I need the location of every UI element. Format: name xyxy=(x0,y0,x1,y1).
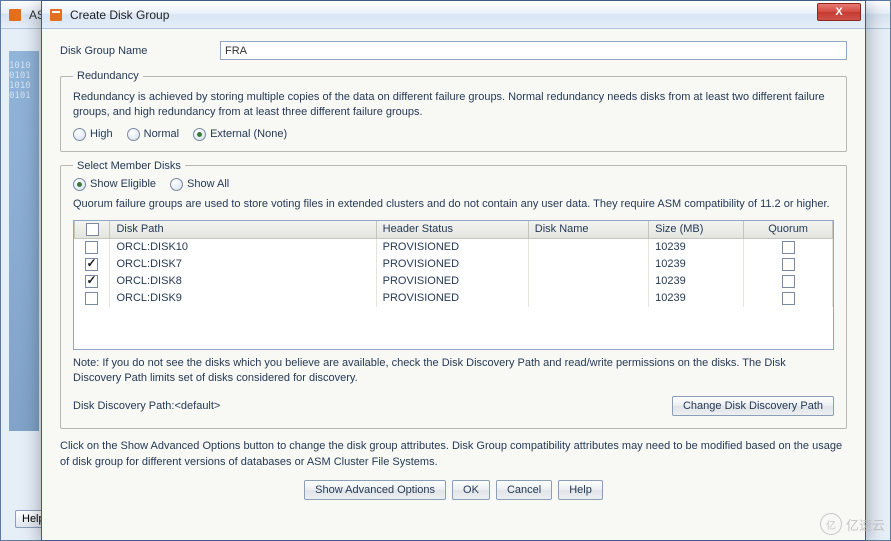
disk-group-name-label: Disk Group Name xyxy=(60,45,220,57)
cell-disk-path: ORCL:DISK7 xyxy=(110,256,376,273)
redundancy-external-radio[interactable]: External (None) xyxy=(193,128,287,141)
app-icon xyxy=(7,7,23,23)
row-quorum-checkbox[interactable] xyxy=(782,292,795,305)
member-disks-legend: Select Member Disks xyxy=(73,160,185,172)
redundancy-external-label: External (None) xyxy=(210,128,287,140)
col-disk-name-header[interactable]: Disk Name xyxy=(528,221,648,239)
footer-description: Click on the Show Advanced Options butto… xyxy=(60,439,847,470)
disk-group-name-input[interactable] xyxy=(220,41,847,60)
show-eligible-radio[interactable]: Show Eligible xyxy=(73,178,156,191)
create-disk-group-dialog: Create Disk Group X Disk Group Name Redu… xyxy=(41,0,866,541)
disks-table-container: Disk Path Header Status Disk Name Size (… xyxy=(73,220,834,350)
col-select-header[interactable] xyxy=(75,221,110,239)
ok-button[interactable]: OK xyxy=(452,480,490,500)
discovery-note: Note: If you do not see the disks which … xyxy=(73,356,834,387)
cell-size: 10239 xyxy=(649,239,744,256)
redundancy-high-radio[interactable]: High xyxy=(73,128,113,141)
discovery-path-display: Disk Discovery Path:<default> xyxy=(73,400,220,412)
dialog-icon xyxy=(48,7,64,23)
cell-header-status: PROVISIONED xyxy=(376,290,528,307)
dialog-title: Create Disk Group xyxy=(70,8,169,22)
row-quorum-checkbox[interactable] xyxy=(782,241,795,254)
show-all-label: Show All xyxy=(187,178,229,190)
cell-disk-path: ORCL:DISK9 xyxy=(110,290,376,307)
checkbox-icon xyxy=(86,223,99,236)
table-row[interactable]: ORCL:DISK8PROVISIONED 10239 xyxy=(75,273,833,290)
row-select-checkbox[interactable] xyxy=(85,292,98,305)
redundancy-fieldset: Redundancy Redundancy is achieved by sto… xyxy=(60,70,847,152)
redundancy-high-label: High xyxy=(90,128,113,140)
redundancy-legend: Redundancy xyxy=(73,70,143,82)
discovery-path-value: <default> xyxy=(174,400,220,412)
cell-disk-name xyxy=(528,256,648,273)
dialog-content: Disk Group Name Redundancy Redundancy is… xyxy=(42,29,865,540)
cell-size: 10239 xyxy=(649,290,744,307)
cancel-button[interactable]: Cancel xyxy=(496,480,552,500)
disk-group-name-row: Disk Group Name xyxy=(60,41,847,60)
cell-header-status: PROVISIONED xyxy=(376,273,528,290)
show-all-radio[interactable]: Show All xyxy=(170,178,229,191)
discovery-path-label: Disk Discovery Path: xyxy=(73,400,174,412)
cell-disk-name xyxy=(528,273,648,290)
col-size-header[interactable]: Size (MB) xyxy=(649,221,744,239)
radio-icon xyxy=(73,178,86,191)
redundancy-normal-radio[interactable]: Normal xyxy=(127,128,179,141)
close-button[interactable]: X xyxy=(817,3,861,21)
change-discovery-path-button[interactable]: Change Disk Discovery Path xyxy=(672,396,834,416)
row-quorum-checkbox[interactable] xyxy=(782,258,795,271)
radio-icon xyxy=(193,128,206,141)
table-row[interactable]: ORCL:DISK9PROVISIONED 10239 xyxy=(75,290,833,307)
cell-disk-name xyxy=(528,290,648,307)
row-quorum-checkbox[interactable] xyxy=(782,275,795,288)
col-header-status-header[interactable]: Header Status xyxy=(376,221,528,239)
row-select-checkbox[interactable] xyxy=(85,275,98,288)
background-sidebar-graphic: 1010 0101 1010 0101 xyxy=(9,51,39,431)
help-button[interactable]: Help xyxy=(558,480,603,500)
cell-disk-name xyxy=(528,239,648,256)
radio-icon xyxy=(170,178,183,191)
cell-size: 10239 xyxy=(649,256,744,273)
col-quorum-header[interactable]: Quorum xyxy=(744,221,833,239)
dialog-button-row: Show Advanced Options OK Cancel Help xyxy=(60,480,847,500)
table-row[interactable]: ORCL:DISK7PROVISIONED 10239 xyxy=(75,256,833,273)
show-advanced-options-button[interactable]: Show Advanced Options xyxy=(304,480,446,500)
quorum-description: Quorum failure groups are used to store … xyxy=(73,197,834,212)
row-select-checkbox[interactable] xyxy=(85,258,98,271)
row-select-checkbox[interactable] xyxy=(85,241,98,254)
cell-header-status: PROVISIONED xyxy=(376,239,528,256)
cell-disk-path: ORCL:DISK10 xyxy=(110,239,376,256)
disks-table: Disk Path Header Status Disk Name Size (… xyxy=(74,221,833,307)
cell-header-status: PROVISIONED xyxy=(376,256,528,273)
redundancy-description: Redundancy is achieved by storing multip… xyxy=(73,90,834,120)
member-disks-fieldset: Select Member Disks Show Eligible Show A… xyxy=(60,160,847,430)
redundancy-normal-label: Normal xyxy=(144,128,179,140)
cell-size: 10239 xyxy=(649,273,744,290)
col-disk-path-header[interactable]: Disk Path xyxy=(110,221,376,239)
cell-disk-path: ORCL:DISK8 xyxy=(110,273,376,290)
table-row[interactable]: ORCL:DISK10PROVISIONED 10239 xyxy=(75,239,833,256)
radio-icon xyxy=(73,128,86,141)
radio-icon xyxy=(127,128,140,141)
show-eligible-label: Show Eligible xyxy=(90,178,156,190)
dialog-titlebar: Create Disk Group X xyxy=(42,1,865,29)
